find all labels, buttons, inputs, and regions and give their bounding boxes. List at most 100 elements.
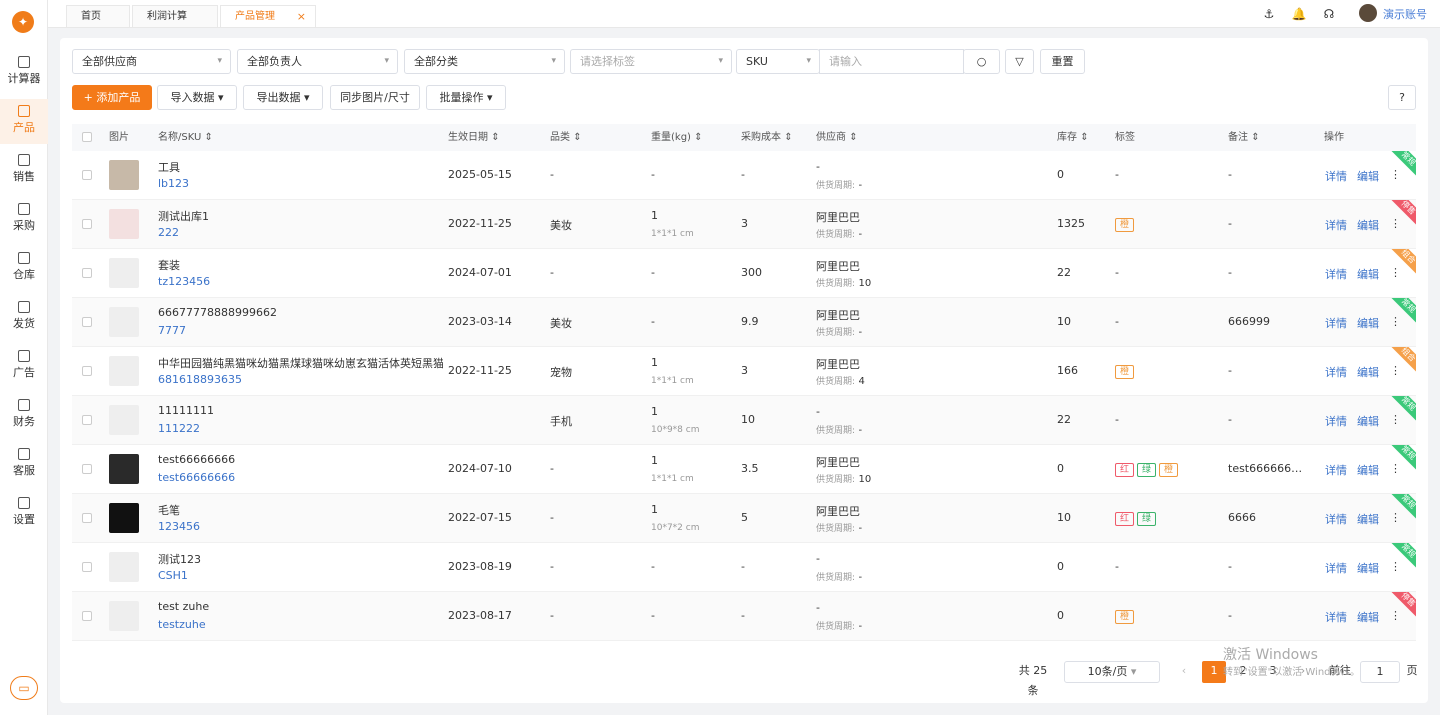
col-supplier[interactable]: 供应商 ⇕	[816, 124, 858, 151]
sidebar-item-3[interactable]: 采购	[0, 197, 48, 242]
more-actions-icon[interactable]: ⋮	[1390, 462, 1398, 475]
product-sku-link[interactable]: 222	[158, 226, 179, 239]
detail-link[interactable]: 详情	[1325, 413, 1347, 429]
product-sku-link[interactable]: tz123456	[158, 275, 210, 288]
category-select[interactable]: 全部分类 ▾	[404, 49, 565, 74]
product-sku-link[interactable]: lb123	[158, 177, 189, 190]
tab-profit-calc[interactable]: 利润计算	[132, 5, 218, 27]
product-thumbnail[interactable]	[109, 356, 139, 386]
detail-link[interactable]: 详情	[1325, 364, 1347, 380]
tags-select[interactable]: 请选择标签 ▾	[570, 49, 732, 74]
anchor-icon[interactable]: ⚓	[1261, 6, 1277, 22]
product-thumbnail[interactable]	[109, 258, 139, 288]
col-weight[interactable]: 重量(kg) ⇕	[651, 124, 703, 151]
tab-product-management[interactable]: 产品管理 ×	[220, 5, 316, 27]
headset-icon[interactable]: ☊	[1321, 6, 1337, 22]
sidebar-item-7[interactable]: 财务	[0, 393, 48, 438]
search-button[interactable]: ○	[963, 49, 1000, 74]
detail-link[interactable]: 详情	[1325, 609, 1347, 625]
product-thumbnail[interactable]	[109, 209, 139, 239]
edit-link[interactable]: 编辑	[1357, 266, 1379, 282]
edit-link[interactable]: 编辑	[1357, 315, 1379, 331]
more-actions-icon[interactable]: ⋮	[1390, 364, 1398, 377]
avatar[interactable]	[1359, 4, 1377, 22]
product-thumbnail[interactable]	[109, 405, 139, 435]
add-product-button[interactable]: + 添加产品	[72, 85, 152, 110]
row-checkbox[interactable]	[82, 317, 92, 327]
row-checkbox[interactable]	[82, 611, 92, 621]
sidebar-item-6[interactable]: 广告	[0, 344, 48, 389]
owner-select[interactable]: 全部负责人 ▾	[237, 49, 398, 74]
edit-link[interactable]: 编辑	[1357, 609, 1379, 625]
import-data-button[interactable]: 导入数据 ▾	[157, 85, 237, 110]
product-thumbnail[interactable]	[109, 160, 139, 190]
more-actions-icon[interactable]: ⋮	[1390, 609, 1398, 622]
supplier-select[interactable]: 全部供应商 ▾	[72, 49, 231, 74]
prev-page-button[interactable]: ‹	[1172, 661, 1196, 683]
product-sku-link[interactable]: CSH1	[158, 569, 188, 582]
product-sku-link[interactable]: 111222	[158, 422, 200, 435]
close-icon[interactable]: ×	[297, 6, 306, 27]
product-sku-link[interactable]: 7777	[158, 324, 186, 337]
product-sku-link[interactable]: test66666666	[158, 471, 235, 484]
edit-link[interactable]: 编辑	[1357, 560, 1379, 576]
edit-link[interactable]: 编辑	[1357, 168, 1379, 184]
more-actions-icon[interactable]: ⋮	[1390, 168, 1398, 181]
detail-link[interactable]: 详情	[1325, 560, 1347, 576]
detail-link[interactable]: 详情	[1325, 511, 1347, 527]
col-name-sku[interactable]: 名称/SKU ⇕	[158, 124, 213, 151]
col-stock[interactable]: 库存 ⇕	[1057, 124, 1089, 151]
edit-link[interactable]: 编辑	[1357, 462, 1379, 478]
screen-icon[interactable]: ▭	[10, 676, 38, 700]
row-checkbox[interactable]	[82, 562, 92, 572]
detail-link[interactable]: 详情	[1325, 462, 1347, 478]
bell-icon[interactable]: 🔔	[1291, 6, 1307, 22]
sku-field-select[interactable]: SKU ▾	[736, 49, 820, 74]
filter-button[interactable]: ▽	[1005, 49, 1034, 74]
more-actions-icon[interactable]: ⋮	[1390, 266, 1398, 279]
tab-home[interactable]: 首页	[66, 5, 130, 27]
sidebar-item-1[interactable]: 产品	[0, 99, 48, 144]
batch-actions-button[interactable]: 批量操作 ▾	[426, 85, 506, 110]
user-name[interactable]: 演示账号	[1383, 6, 1427, 22]
sidebar-item-4[interactable]: 仓库	[0, 246, 48, 291]
sidebar-item-8[interactable]: 客服	[0, 442, 48, 487]
product-sku-link[interactable]: 681618893635	[158, 373, 242, 386]
col-category[interactable]: 品类 ⇕	[550, 124, 582, 151]
col-note[interactable]: 备注 ⇕	[1228, 124, 1260, 151]
more-actions-icon[interactable]: ⋮	[1390, 315, 1398, 328]
row-checkbox[interactable]	[82, 464, 92, 474]
more-actions-icon[interactable]: ⋮	[1390, 413, 1398, 426]
edit-link[interactable]: 编辑	[1357, 413, 1379, 429]
detail-link[interactable]: 详情	[1325, 315, 1347, 331]
page-size-select[interactable]: 10条/页 ▾	[1064, 661, 1160, 683]
app-logo-icon[interactable]: ✦	[12, 11, 34, 33]
col-cost[interactable]: 采购成本 ⇕	[741, 124, 793, 151]
search-input[interactable]: 请输入	[819, 49, 964, 74]
help-button[interactable]: ?	[1388, 85, 1416, 110]
sidebar-item-5[interactable]: 发货	[0, 295, 48, 340]
row-checkbox[interactable]	[82, 170, 92, 180]
row-checkbox[interactable]	[82, 513, 92, 523]
reset-button[interactable]: 重置	[1040, 49, 1085, 74]
col-date[interactable]: 生效日期 ⇕	[448, 124, 500, 151]
export-data-button[interactable]: 导出数据 ▾	[243, 85, 323, 110]
row-checkbox[interactable]	[82, 219, 92, 229]
product-sku-link[interactable]: 123456	[158, 520, 200, 533]
edit-link[interactable]: 编辑	[1357, 511, 1379, 527]
sidebar-item-9[interactable]: 设置	[0, 491, 48, 536]
product-thumbnail[interactable]	[109, 552, 139, 582]
product-thumbnail[interactable]	[109, 503, 139, 533]
product-thumbnail[interactable]	[109, 454, 139, 484]
product-sku-link[interactable]: testzuhe	[158, 618, 206, 631]
select-all-checkbox[interactable]	[82, 132, 92, 142]
row-checkbox[interactable]	[82, 268, 92, 278]
more-actions-icon[interactable]: ⋮	[1390, 511, 1398, 524]
product-thumbnail[interactable]	[109, 307, 139, 337]
detail-link[interactable]: 详情	[1325, 266, 1347, 282]
detail-link[interactable]: 详情	[1325, 168, 1347, 184]
edit-link[interactable]: 编辑	[1357, 217, 1379, 233]
sidebar-item-2[interactable]: 销售	[0, 148, 48, 193]
sync-images-button[interactable]: 同步图片/尺寸	[330, 85, 420, 110]
goto-page-input[interactable]: 1	[1360, 661, 1400, 683]
